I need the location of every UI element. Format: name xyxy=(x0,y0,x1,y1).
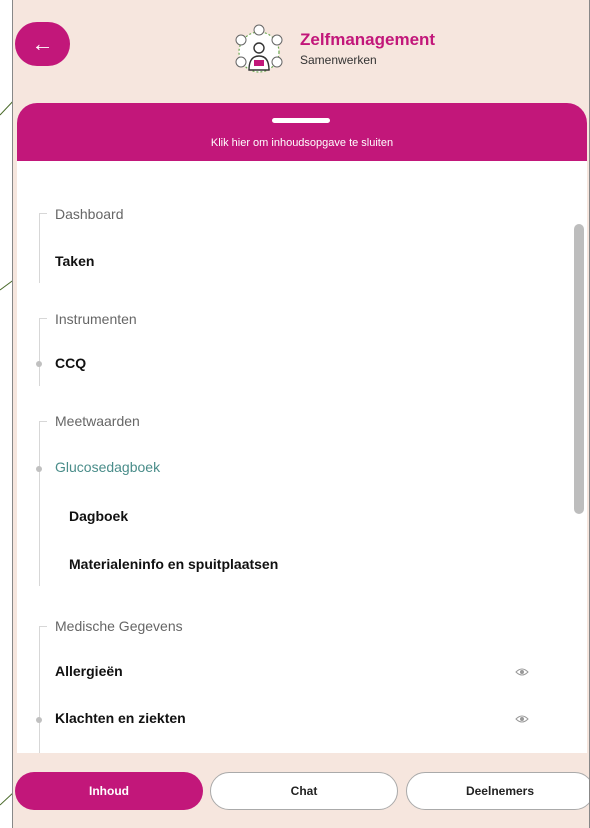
toc-item-materialeninfo[interactable]: Materialeninfo en spuitplaatsen xyxy=(69,556,278,572)
toc-guide-line xyxy=(39,421,40,586)
contents-panel: Klik hier om inhoudsopgave te sluiten Da… xyxy=(17,103,587,753)
table-of-contents: Dashboard Taken Instrumenten CCQ Meetwaa… xyxy=(17,161,587,753)
toc-section-medische-gegevens: Medische Gegevens xyxy=(55,618,183,634)
close-contents-label: Klik hier om inhoudsopgave te sluiten xyxy=(210,137,394,149)
eye-icon[interactable] xyxy=(515,714,529,724)
drag-handle[interactable] xyxy=(272,118,330,123)
toc-tick xyxy=(39,213,47,214)
toc-item-taken[interactable]: Taken xyxy=(55,253,94,269)
toc-bullet xyxy=(36,717,42,723)
toc-section-meetwaarden: Meetwaarden xyxy=(55,413,140,429)
toc-item-klachten-en-ziekten[interactable]: Klachten en ziekten xyxy=(55,710,186,726)
toc-scrollbar[interactable] xyxy=(574,224,584,514)
toc-bullet xyxy=(36,466,42,472)
tab-inhoud[interactable]: Inhoud xyxy=(15,772,203,810)
toc-section-dashboard: Dashboard xyxy=(55,206,124,222)
eye-icon[interactable] xyxy=(515,667,529,677)
page-title: Zelfmanagement xyxy=(300,30,436,49)
close-contents-button[interactable]: Klik hier om inhoudsopgave te sluiten xyxy=(17,103,587,161)
tab-chat[interactable]: Chat xyxy=(210,772,398,810)
bottom-tab-bar: Inhoud Chat Deelnemers xyxy=(13,753,589,828)
tab-deelnemers[interactable]: Deelnemers xyxy=(406,772,589,810)
toc-section-instrumenten: Instrumenten xyxy=(55,311,137,327)
toc-item-allergieen[interactable]: Allergieën xyxy=(55,663,123,679)
toc-item-dagboek[interactable]: Dagboek xyxy=(69,508,128,524)
toc-guide-line xyxy=(39,626,40,753)
collaboration-person-icon xyxy=(235,24,283,73)
toc-bullet xyxy=(36,361,42,367)
toc-item-glucosedagboek[interactable]: Glucosedagboek xyxy=(55,459,160,475)
toc-guide-line xyxy=(39,213,40,283)
toc-item-ccq[interactable]: CCQ xyxy=(55,355,86,371)
toc-guide-line xyxy=(39,318,40,386)
arrow-left-icon: ← xyxy=(31,31,54,56)
app-window: ← Zelfmanagement Samenwerken Klik hier o… xyxy=(12,0,590,828)
toc-tick xyxy=(39,318,47,319)
back-button[interactable]: ← xyxy=(15,22,70,66)
page-subtitle: Samenwerken xyxy=(300,53,377,67)
toc-tick xyxy=(39,421,47,422)
toc-tick xyxy=(39,626,47,627)
